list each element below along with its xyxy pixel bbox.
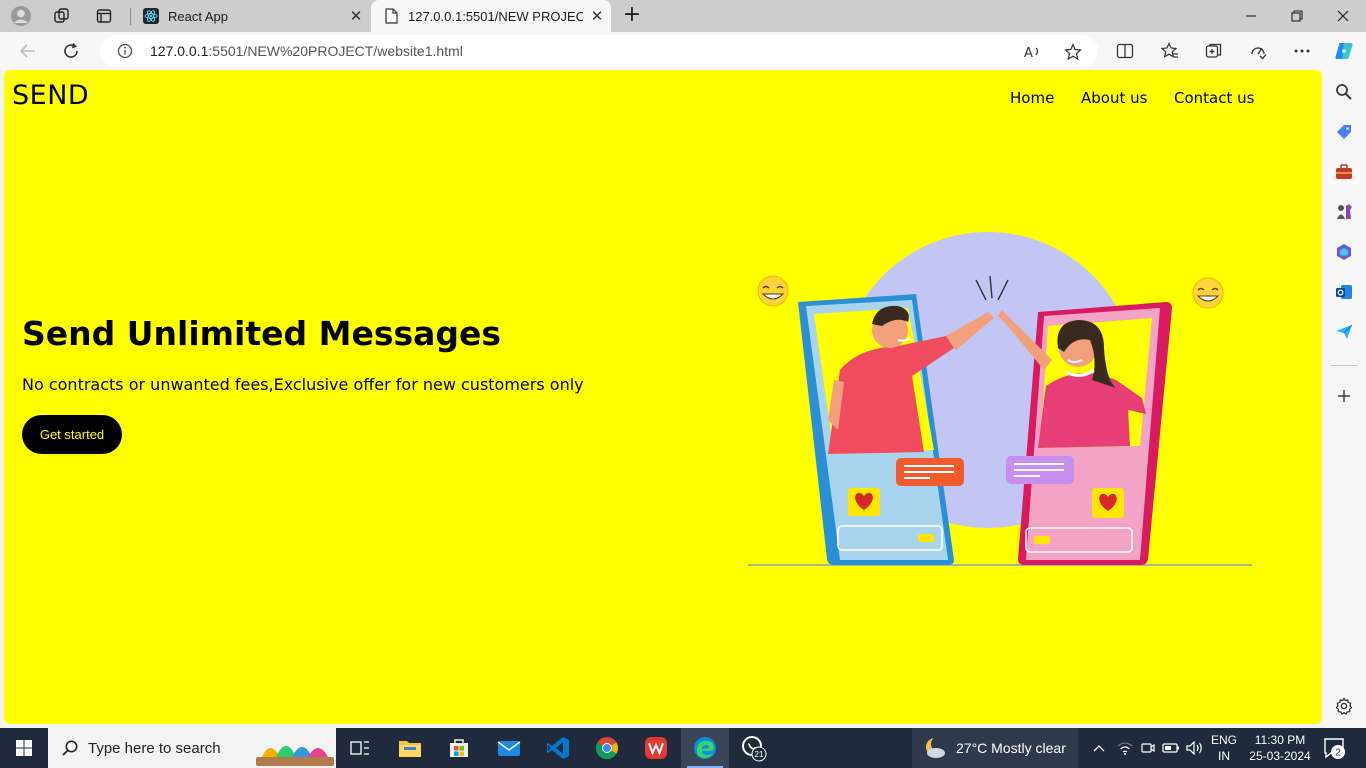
close-tab-icon[interactable]: ✕	[342, 7, 370, 25]
refresh-icon[interactable]	[56, 37, 86, 65]
clock-time: 11:30 PM	[1254, 733, 1306, 747]
high-five-illustration	[748, 232, 1252, 566]
taskbar-search-box[interactable]: Type here to search	[48, 728, 336, 768]
battery-icon[interactable]	[1160, 728, 1182, 768]
collections-icon[interactable]	[1199, 37, 1229, 65]
close-window-icon[interactable]	[1320, 0, 1366, 32]
edge-sidebar	[1323, 70, 1366, 728]
nav-link-contact[interactable]: Contact us	[1174, 89, 1254, 107]
windows-taskbar: Type here to search 21 27°C Mostly clear…	[0, 728, 1366, 768]
get-started-button[interactable]: Get started	[22, 415, 122, 454]
react-icon	[143, 8, 159, 24]
grinning-emoji-right	[1192, 277, 1224, 309]
url-host: 127.0.0.1	[150, 43, 209, 59]
tab-actions-icon[interactable]	[91, 4, 117, 28]
task-view-icon[interactable]	[336, 728, 384, 768]
whatsapp-badge: 21	[755, 750, 764, 759]
notification-center-icon[interactable]: 2	[1322, 736, 1346, 760]
language-code: ENG	[1210, 733, 1237, 747]
microsoft-365-icon[interactable]	[1334, 242, 1354, 262]
windows-logo-icon	[16, 740, 32, 756]
settings-more-icon[interactable]	[1287, 37, 1317, 65]
tab-website1[interactable]: 127.0.0.1:5501/NEW PROJECT/website1.html…	[371, 0, 611, 32]
workspaces-icon[interactable]	[49, 4, 75, 28]
sidebar-divider	[1331, 365, 1357, 366]
grinning-emoji-left	[757, 275, 789, 307]
clock-date: 25-03-2024	[1249, 749, 1311, 763]
read-aloud-icon[interactable]: A	[1019, 38, 1047, 66]
favorite-star-icon[interactable]	[1059, 38, 1087, 66]
restore-icon[interactable]	[1274, 0, 1320, 32]
tools-briefcase-icon[interactable]	[1334, 162, 1354, 182]
weather-widget[interactable]: 27°C Mostly clear	[912, 728, 1078, 768]
page-viewport: SEND Home About us Contact us Send Unlim…	[4, 70, 1322, 724]
language-indicator[interactable]: ENG IN	[1207, 728, 1241, 768]
tab-strip: React App ✕ 127.0.0.1:5501/NEW PROJECT/w…	[0, 0, 1366, 32]
tab-title: React App	[168, 8, 228, 24]
svg-text:A: A	[1024, 46, 1033, 60]
show-hidden-icons-chevron-icon[interactable]	[1088, 728, 1110, 768]
network-icon[interactable]	[1114, 728, 1136, 768]
moon-cloud-icon	[926, 736, 947, 758]
volume-icon[interactable]	[1184, 728, 1206, 768]
outlook-icon[interactable]	[1334, 282, 1354, 302]
notification-count: 2	[1335, 748, 1341, 759]
site-info-icon[interactable]	[116, 42, 134, 60]
meet-now-icon[interactable]	[1138, 728, 1158, 768]
file-explorer-icon[interactable]	[386, 728, 434, 768]
copilot-icon[interactable]	[1329, 37, 1359, 65]
close-tab-icon[interactable]: ✕	[583, 7, 611, 25]
shopping-tag-icon[interactable]	[1334, 122, 1354, 142]
start-button[interactable]	[0, 728, 48, 768]
nav-link-home[interactable]: Home	[1010, 89, 1054, 107]
whatsapp-icon[interactable]: 21	[730, 728, 778, 768]
new-tab-button[interactable]: +	[619, 3, 645, 29]
games-icon[interactable]	[1334, 202, 1354, 222]
microsoft-store-icon[interactable]	[435, 728, 483, 768]
url-path: :5501/NEW%20PROJECT/website1.html	[208, 43, 463, 59]
weather-text: 27°C Mostly clear	[956, 740, 1066, 756]
send-paper-plane-icon[interactable]	[1334, 322, 1354, 342]
performance-icon[interactable]	[1243, 37, 1273, 65]
tab-title: 127.0.0.1:5501/NEW PROJECT/website1.html	[408, 8, 583, 24]
favorites-icon[interactable]	[1155, 37, 1185, 65]
hero-subtitle: No contracts or unwanted fees,Exclusive …	[22, 375, 584, 394]
url-text[interactable]: 127.0.0.1:5501/NEW%20PROJECT/website1.ht…	[150, 43, 463, 59]
address-bar[interactable]: 127.0.0.1:5501/NEW%20PROJECT/website1.ht…	[100, 35, 1098, 67]
add-icon[interactable]	[1334, 386, 1354, 406]
sidebar-settings-gear-icon[interactable]	[1334, 696, 1354, 716]
vscode-icon[interactable]	[534, 728, 582, 768]
holi-colors-icon	[256, 746, 334, 766]
page-icon	[383, 8, 399, 24]
clock[interactable]: 11:30 PM 25-03-2024	[1246, 728, 1314, 768]
search-placeholder: Type here to search	[88, 739, 221, 757]
nav-link-about[interactable]: About us	[1081, 89, 1147, 107]
hero-title: Send Unlimited Messages	[22, 314, 502, 353]
tab-react-app[interactable]: React App ✕	[131, 0, 370, 32]
region-code: IN	[1218, 749, 1230, 763]
site-logo[interactable]: SEND	[12, 80, 89, 111]
search-icon[interactable]	[1334, 82, 1354, 102]
chrome-icon[interactable]	[583, 728, 631, 768]
mail-icon[interactable]	[485, 728, 533, 768]
profile-avatar-icon[interactable]	[8, 4, 34, 28]
browser-toolbar: 127.0.0.1:5501/NEW%20PROJECT/website1.ht…	[0, 32, 1366, 70]
wps-office-icon[interactable]	[632, 728, 680, 768]
split-screen-icon[interactable]	[1110, 37, 1140, 65]
edge-browser-icon[interactable]	[681, 728, 729, 768]
back-arrow-icon[interactable]	[13, 37, 43, 65]
minimize-icon[interactable]	[1228, 0, 1274, 32]
search-icon	[60, 738, 80, 758]
